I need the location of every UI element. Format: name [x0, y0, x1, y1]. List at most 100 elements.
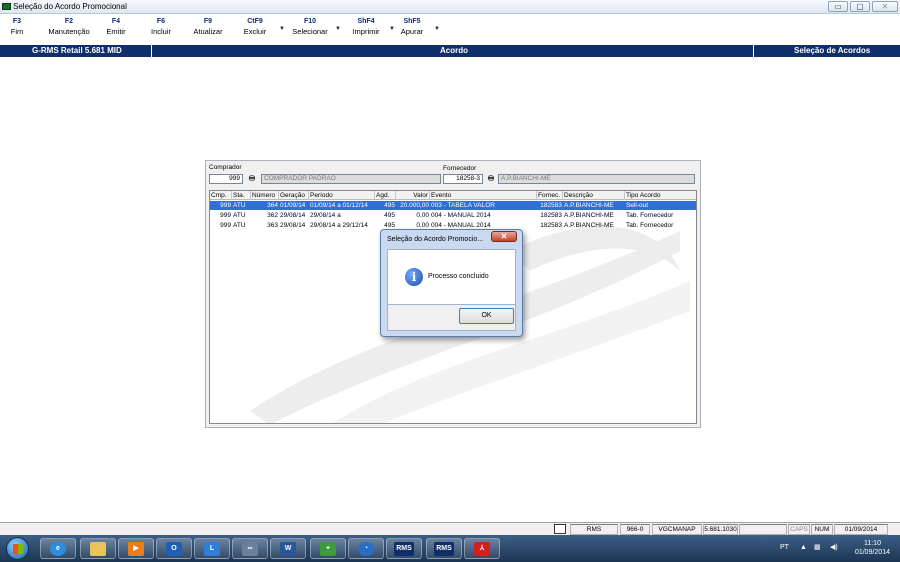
- comprador-label: Comprador: [209, 164, 242, 171]
- toolbar-manutencao-button[interactable]: F2 Manutenção: [44, 18, 94, 36]
- toolbar-atualizar-button[interactable]: F9 Atualizar: [190, 18, 226, 36]
- taskbar-outlook[interactable]: O: [156, 538, 192, 559]
- toolbar-fim-button[interactable]: F3 Fim: [6, 18, 28, 36]
- toolbar-key: F3: [12, 18, 22, 25]
- column-header[interactable]: Sta.: [232, 191, 251, 200]
- tray-expand-icon[interactable]: ▲: [800, 544, 807, 551]
- toolbar-incluir-button[interactable]: F6 Incluir: [146, 18, 176, 36]
- taskbar-ie[interactable]: e: [40, 538, 76, 559]
- status-user: VGCMANAP: [652, 524, 702, 535]
- comprador-code-field[interactable]: 999: [209, 174, 243, 184]
- binoculars-icon[interactable]: ♾: [485, 174, 497, 184]
- cell-periodo: 01/09/14 a 01/12/14: [310, 202, 368, 209]
- start-button[interactable]: [6, 537, 29, 560]
- toolbar-label: Atualizar: [193, 27, 223, 36]
- toolbar-excluir-button[interactable]: CtF9 Excluir: [240, 18, 270, 36]
- cell-geracao: 29/08/14: [280, 222, 306, 229]
- column-header[interactable]: Valor: [396, 191, 430, 200]
- column-header[interactable]: Geração: [279, 191, 309, 200]
- column-header[interactable]: Período: [309, 191, 375, 200]
- cell-valor: 0,00: [416, 212, 429, 219]
- toolbar-label: Manutenção: [48, 27, 90, 36]
- toolbar-selecionar-button[interactable]: F10 Selecionar: [290, 18, 330, 36]
- taskbar-pdf[interactable]: ⅄: [464, 538, 500, 559]
- chevron-down-icon[interactable]: ▼: [434, 26, 440, 32]
- volume-icon[interactable]: ◀): [830, 543, 838, 551]
- cell-periodo: 29/08/14 a 29/12/14: [310, 222, 368, 229]
- table-row[interactable]: 999 ATU 362 29/08/14 29/08/14 a 495 0,00…: [210, 211, 696, 220]
- chevron-down-icon[interactable]: ▼: [279, 26, 285, 32]
- ok-button[interactable]: OK: [459, 308, 514, 324]
- app-icon: [2, 3, 11, 10]
- column-header[interactable]: Número: [251, 191, 279, 200]
- close-button[interactable]: ✕: [872, 1, 898, 12]
- grid-header-row: Cmp. Sta. Número Geração Período Agd. Va…: [210, 191, 696, 200]
- taskbar-word[interactable]: W: [270, 538, 306, 559]
- document-icon: [554, 524, 566, 534]
- toolbar-key: CtF9: [247, 18, 263, 25]
- network-icon[interactable]: ▦: [814, 543, 821, 551]
- cell-descricao: A.P.BIANCHI-ME: [564, 212, 614, 219]
- column-header[interactable]: Agd.: [375, 191, 396, 200]
- clock-time: 11:10: [863, 540, 881, 547]
- maximize-button[interactable]: ▢: [850, 1, 870, 12]
- cell-evento: 004 - MANUAL 2014: [431, 212, 491, 219]
- column-header[interactable]: Cmp.: [210, 191, 232, 200]
- cell-numero: 363: [267, 222, 278, 229]
- column-header[interactable]: Evento: [430, 191, 537, 200]
- rms-app-label: RMS: [394, 542, 414, 556]
- toolbar-key: F4: [111, 18, 121, 25]
- table-row[interactable]: 999 ATU 364 01/09/14 01/09/14 a 01/12/14…: [210, 201, 696, 210]
- toolbar-key: F9: [203, 18, 213, 25]
- minimize-button[interactable]: ▭: [828, 1, 848, 12]
- toolbar-label: Incluir: [150, 27, 171, 36]
- cell-descricao: A.P.BIANCHI-ME: [564, 222, 614, 229]
- chevron-down-icon[interactable]: ▼: [389, 26, 395, 32]
- taskbar-app3[interactable]: ◔: [348, 538, 384, 559]
- windows-taskbar: e ▶ O L ∞ W + ◔ RMS RMS ⅄ PT ▲ ▦ ◀) 11:1…: [0, 535, 900, 562]
- dialog-close-button[interactable]: ✕: [491, 231, 517, 242]
- taskbar-app[interactable]: ∞: [232, 538, 268, 559]
- cell-cmp: 999: [220, 222, 231, 229]
- system-version: G-RMS Retail 5.681 MID: [32, 46, 122, 55]
- fornecedor-code-field[interactable]: 18258-3: [443, 174, 483, 184]
- rms-app-label: RMS: [434, 542, 454, 556]
- cell-descricao: A.P.BIANCHI-ME: [564, 202, 614, 209]
- column-header[interactable]: Fornec.: [537, 191, 563, 200]
- module-title: Acordo: [440, 46, 468, 55]
- header-divider: [753, 45, 754, 57]
- toolbar-apurar-button[interactable]: ShF5 Apurar: [398, 18, 426, 36]
- toolbar-key: F2: [64, 18, 74, 25]
- status-bar: RMS 966-0 VGCMANAP 5.681.1030 CAPS NUM 0…: [0, 522, 900, 535]
- taskbar-explorer[interactable]: [80, 538, 116, 559]
- toolbar-key: F6: [156, 18, 166, 25]
- toolbar-label: Emitir: [106, 27, 126, 36]
- fornecedor-label: Fornecedor: [443, 165, 477, 172]
- dialog-title: Seleção do Acordo Promocio...: [387, 236, 484, 243]
- clock[interactable]: 11:10 01/09/2014: [855, 539, 890, 557]
- taskbar-rms-1[interactable]: RMS: [386, 538, 422, 559]
- cell-numero: 362: [267, 212, 278, 219]
- taskbar-lync[interactable]: L: [194, 538, 230, 559]
- taskbar-rms-2[interactable]: RMS: [426, 538, 462, 559]
- status-num: NUM: [811, 524, 833, 535]
- cell-sta: ATU: [233, 222, 246, 229]
- taskbar-app2[interactable]: +: [310, 538, 346, 559]
- cell-tipo: Tab. Fornecedor: [626, 222, 674, 229]
- toolbar-imprimir-button[interactable]: ShF4 Imprimir: [347, 18, 385, 36]
- toolbar-label: Apurar: [400, 27, 424, 36]
- toolbar-label: Imprimir: [352, 27, 380, 36]
- binoculars-icon[interactable]: ♾: [246, 174, 258, 184]
- language-indicator[interactable]: PT: [780, 544, 789, 551]
- chevron-down-icon[interactable]: ▼: [335, 26, 341, 32]
- taskbar-media-player[interactable]: ▶: [118, 538, 154, 559]
- column-header[interactable]: Tipo Acordo: [625, 191, 696, 200]
- toolbar-emitir-button[interactable]: F4 Emitir: [102, 18, 130, 36]
- status-version: 5.681.1030: [703, 524, 738, 535]
- column-header[interactable]: Descrição: [563, 191, 625, 200]
- toolbar-label: Excluir: [243, 27, 267, 36]
- dialog-message: Processo concluido: [428, 273, 489, 280]
- header-divider: [151, 45, 152, 57]
- cell-periodo: 29/08/14 a: [310, 212, 341, 219]
- cell-agd: 495: [384, 212, 395, 219]
